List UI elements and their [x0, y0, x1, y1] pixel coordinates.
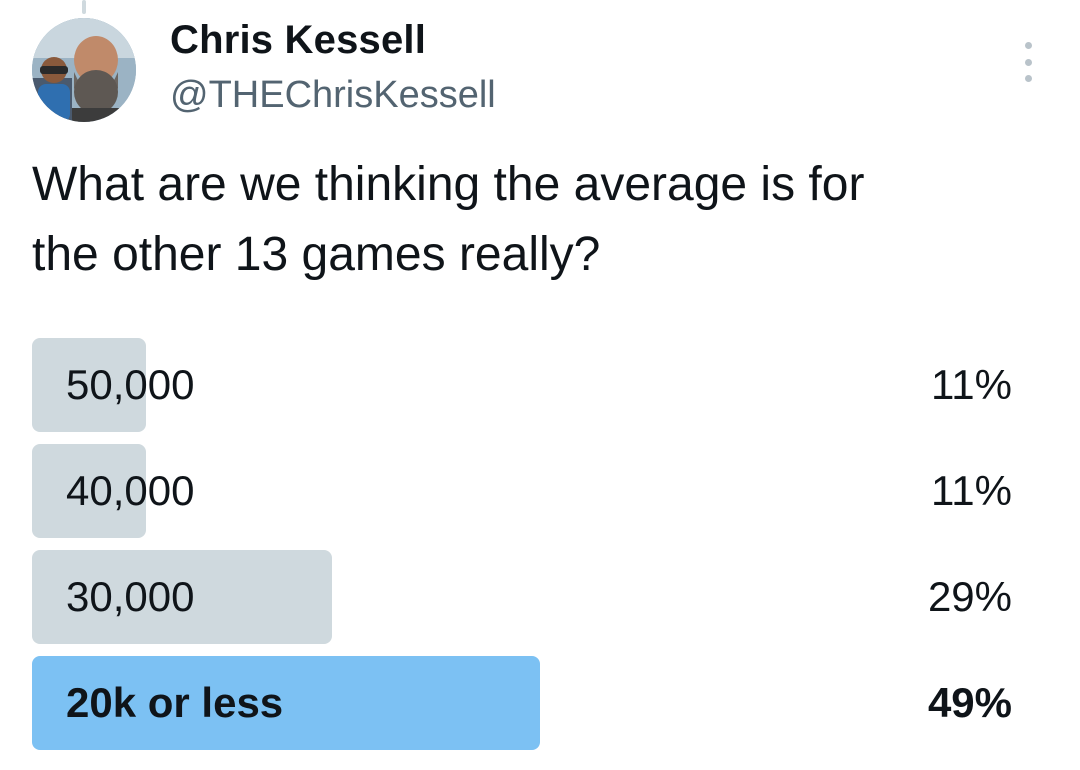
- tweet-header: Chris Kessell @THEChrisKessell: [32, 18, 1048, 128]
- profile-photo-icon: [32, 18, 136, 122]
- poll-option-percent: 11%: [931, 467, 1012, 514]
- poll: 50,000 11% 40,000 11% 30,000 29% 20k or …: [32, 338, 1012, 762]
- poll-option-percent: 49%: [927, 679, 1012, 726]
- author-handle[interactable]: @THEChrisKessell: [170, 74, 496, 117]
- poll-option-percent: 11%: [931, 361, 1012, 408]
- thread-connector-line: [82, 0, 86, 14]
- more-options-icon[interactable]: [1016, 42, 1040, 82]
- poll-option[interactable]: 50,000 11%: [32, 338, 1012, 432]
- poll-option-label: 50,000: [66, 361, 195, 408]
- poll-option-percent: 29%: [927, 573, 1012, 620]
- poll-option-winner[interactable]: 20k or less 49%: [32, 656, 1012, 750]
- poll-option-label: 30,000: [66, 573, 195, 620]
- tweet-text: What are we thinking the average is for …: [32, 158, 865, 281]
- poll-option[interactable]: 30,000 29%: [32, 550, 1012, 644]
- dot: [1024, 42, 1032, 49]
- poll-option[interactable]: 40,000 11%: [32, 444, 1012, 538]
- author-name[interactable]: Chris Kessell: [170, 18, 426, 63]
- avatar[interactable]: [32, 18, 136, 122]
- dot: [1024, 75, 1032, 82]
- dot: [1024, 58, 1032, 66]
- poll-option-label: 20k or less: [66, 679, 284, 726]
- poll-option-label: 40,000: [66, 467, 195, 514]
